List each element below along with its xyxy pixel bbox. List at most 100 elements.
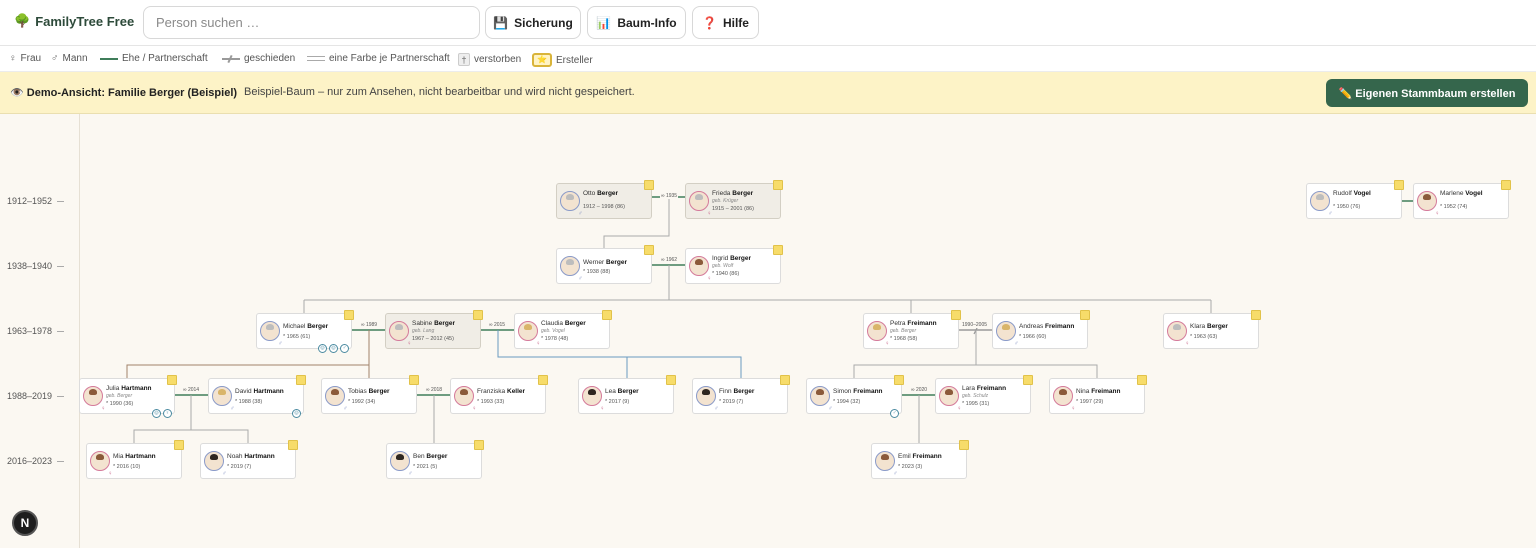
partner-badge[interactable]: ◎: [292, 409, 301, 418]
person-dates: 1912 – 1998 (86): [583, 204, 625, 210]
person-avatar: [582, 386, 602, 406]
person-dates: * 1995 (31): [962, 401, 990, 407]
person-avatar: [867, 321, 887, 341]
male-icon: ♂: [343, 406, 348, 412]
person-avatar: [810, 386, 830, 406]
person-dates: * 1990 (36): [106, 401, 134, 407]
person-avatar: [560, 256, 580, 276]
person-card-marlene[interactable]: ♀ Marlene Vogel * 1952 (74): [1413, 180, 1511, 219]
floppy-disk-icon: 💾: [493, 15, 509, 30]
marriage-line-icon: [100, 57, 118, 60]
person-dates: * 2023 (3): [898, 464, 923, 470]
legend-male: ♂ Mann: [51, 53, 88, 64]
person-dates: * 1978 (48): [541, 336, 569, 342]
create-own-tree-button[interactable]: ✏️ Eigenen Stammbaum erstellen: [1326, 79, 1528, 107]
person-card-lara[interactable]: ♀ Lara Freimann geb. Schulz * 1995 (31): [935, 375, 1033, 414]
children-badge[interactable]: ♀: [163, 409, 172, 418]
demo-banner: 👁️ Demo-Ansicht: Familie Berger (Beispie…: [0, 72, 1536, 114]
female-icon: ♀: [108, 471, 113, 477]
birth-name: geb. Lang: [412, 328, 435, 334]
person-name: Mia Hartmann: [113, 453, 156, 460]
partner-badge[interactable]: ◎: [329, 344, 338, 353]
person-avatar: [1167, 321, 1187, 341]
children-badge[interactable]: ♂: [340, 344, 349, 353]
male-icon: ♂: [1014, 341, 1019, 347]
female-icon: ♀: [536, 341, 541, 347]
person-name: Franziska Keller: [477, 388, 526, 395]
marriage-year: ∞ 2020: [910, 387, 929, 393]
person-card-finn[interactable]: ♂ Finn Berger * 2019 (7): [692, 375, 790, 414]
legend-color-per-partnership: eine Farbe je Partnerschaft: [307, 53, 450, 64]
person-card-frieda[interactable]: ♀ Frieda Berger geb. Krüger 1915 – 2001 …: [685, 180, 783, 219]
person-name: Marlene Vogel: [1440, 190, 1483, 197]
person-name: Michael Berger: [283, 323, 329, 330]
person-card-petra[interactable]: ♀ Petra Freimann geb. Berger * 1968 (58): [863, 310, 961, 349]
person-avatar: [90, 451, 110, 471]
tree-info-button[interactable]: 📊 Baum-Info: [587, 6, 686, 39]
person-card-lea[interactable]: ♀ Lea Berger * 2017 (9): [578, 375, 676, 414]
banner-title: 👁️ Demo-Ansicht: Familie Berger (Beispie…: [10, 87, 238, 99]
backup-button[interactable]: 💾 Sicherung: [485, 6, 581, 39]
person-card-noah[interactable]: ♂ Noah Hartmann * 2019 (7): [200, 440, 298, 479]
person-card-mia[interactable]: ♀ Mia Hartmann * 2016 (10): [86, 440, 184, 479]
app-header: 🌳 FamilyTree Free 💾 Sicherung 📊 Baum-Inf…: [0, 0, 1536, 46]
person-name: Ingrid Berger: [712, 255, 752, 262]
marriage-year: ∞ 2018: [425, 387, 444, 393]
person-card-ben[interactable]: ♂ Ben Berger * 2021 (5): [386, 440, 484, 479]
birth-name: geb. Wolf: [712, 263, 734, 269]
female-icon: ♀: [1071, 406, 1076, 412]
birth-name: geb. Vogel: [541, 328, 565, 334]
person-name: Lea Berger: [605, 388, 639, 395]
person-avatar: [454, 386, 474, 406]
partner-badge[interactable]: ◎: [318, 344, 327, 353]
person-card-simon[interactable]: ♂ Simon Freimann * 1994 (32): [806, 375, 904, 414]
birth-name: geb. Berger: [890, 328, 917, 334]
person-avatar: [996, 321, 1016, 341]
person-dates: * 1940 (86): [712, 271, 740, 277]
nav-badge-button[interactable]: N: [12, 510, 38, 536]
person-card-emil[interactable]: ♂ Emil Freimann * 2023 (3): [871, 440, 969, 479]
person-dates: * 1993 (33): [477, 399, 505, 405]
person-card-claudia[interactable]: ♀ Claudia Berger geb. Vogel * 1978 (48): [514, 310, 612, 349]
male-icon: ♂: [1328, 211, 1333, 217]
birth-name: geb. Berger: [106, 393, 133, 399]
person-avatar: [939, 386, 959, 406]
person-dates: * 1952 (74): [1440, 204, 1468, 210]
legend-deceased: † verstorben: [458, 53, 521, 66]
male-icon: ♂: [828, 406, 833, 412]
person-card-otto[interactable]: ♂ Otto Berger 1912 – 1998 (86): [556, 180, 654, 219]
person-card-werner[interactable]: ♂ Werner Berger * 1938 (88): [556, 245, 654, 284]
person-dates: * 1965 (61): [283, 334, 311, 340]
person-card-rudolf[interactable]: ♂ Rudolf Vogel * 1950 (76): [1306, 180, 1404, 219]
male-icon: ♂: [578, 211, 583, 217]
birth-name: geb. Krüger: [712, 198, 739, 204]
person-card-julia[interactable]: ♀ Julia Hartmann geb. Berger * 1990 (36): [79, 375, 177, 414]
person-dates: * 1988 (38): [235, 399, 263, 405]
generation-label: 1963–1978: [0, 326, 80, 336]
person-card-michael[interactable]: ♂ Michael Berger * 1965 (61): [256, 310, 354, 349]
person-dates: * 1968 (58): [890, 336, 918, 342]
partner-badge[interactable]: ◎: [152, 409, 161, 418]
person-avatar: [212, 386, 232, 406]
person-card-tobias[interactable]: ♂ Tobias Berger * 1992 (34): [321, 375, 419, 414]
person-card-nina[interactable]: ♀ Nina Freimann * 1997 (29): [1049, 375, 1147, 414]
app-brand[interactable]: 🌳 FamilyTree Free: [14, 13, 134, 29]
person-card-franziska[interactable]: ♀ Franziska Keller * 1993 (33): [450, 375, 548, 414]
person-card-david[interactable]: ♂ David Hartmann * 1988 (38): [208, 375, 306, 414]
person-card-ingrid[interactable]: ♀ Ingrid Berger geb. Wolf * 1940 (86): [685, 245, 783, 284]
female-icon: ♀: [9, 53, 17, 64]
children-badge[interactable]: ♂: [890, 409, 899, 418]
person-avatar: [518, 321, 538, 341]
help-button[interactable]: ❓ Hilfe: [692, 6, 759, 39]
person-name: Simon Freimann: [833, 388, 883, 395]
person-dates: * 1997 (29): [1076, 399, 1104, 405]
generation-label: 1912–1952: [0, 196, 80, 206]
female-icon: ♀: [472, 406, 477, 412]
person-card-andreas[interactable]: ♂ Andreas Freimann * 1966 (60): [992, 310, 1090, 349]
person-avatar: [325, 386, 345, 406]
person-name: Rudolf Vogel: [1333, 190, 1371, 197]
person-card-sabine[interactable]: ♀ Sabine Berger geb. Lang 1967 – 2012 (4…: [385, 310, 483, 349]
search-input[interactable]: [143, 6, 480, 39]
divorced-line-icon: [222, 57, 240, 60]
person-card-klara[interactable]: ♀ Klara Berger * 1963 (63): [1163, 310, 1261, 349]
